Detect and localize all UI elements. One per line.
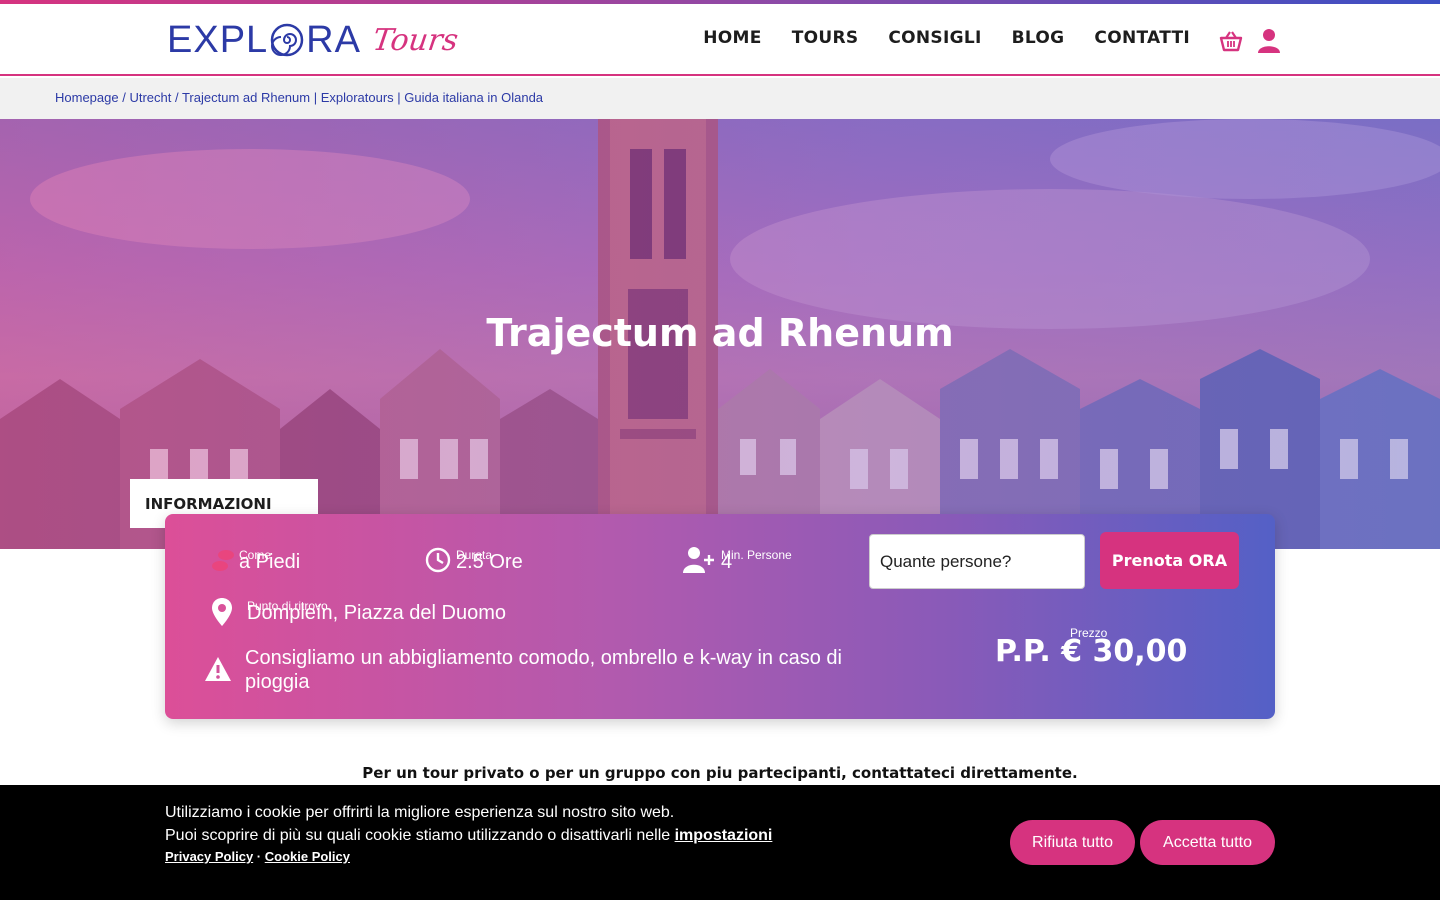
breadcrumb: Homepage / Utrecht / Trajectum ad Rhenum… (0, 78, 1440, 119)
nav-home[interactable]: HOME (703, 28, 761, 48)
cookie-line-2: Puoi scoprire di più su quali cookie sti… (165, 824, 772, 847)
page-title: Trajectum ad Rhenum (486, 311, 954, 355)
logo-spiral-icon (270, 23, 304, 57)
location-pin-icon (212, 598, 232, 626)
warning-text: Consigliamo un abbigliamento comodo, omb… (245, 646, 945, 694)
nav-contatti[interactable]: CONTATTI (1094, 28, 1190, 48)
add-user-icon (683, 546, 717, 574)
breadcrumb-homepage[interactable]: Homepage (55, 90, 119, 105)
privacy-policy-link[interactable]: Privacy Policy (165, 849, 253, 864)
logo-text-start: EXPL (167, 18, 269, 61)
book-now-button[interactable]: Prenota ORA (1100, 532, 1239, 589)
min-persone-value: 4 (721, 551, 733, 573)
nav-tours[interactable]: TOURS (792, 28, 859, 48)
reject-all-button[interactable]: Rifiuta tutto (1010, 820, 1135, 865)
feet-icon (210, 548, 238, 574)
warning-line-2: pioggia (245, 671, 310, 693)
main-nav: HOME TOURS CONSIGLI BLOG CONTATTI (703, 28, 1190, 48)
come-value: a Piedi (239, 551, 301, 573)
warning-line-1: Consigliamo un abbigliamento comodo, omb… (245, 647, 842, 669)
logo-script: Tours (370, 22, 461, 58)
header-icons (1218, 28, 1282, 54)
user-icon[interactable] (1256, 28, 1282, 54)
cookie-policy-links: Privacy Policy · Cookie Policy (165, 849, 350, 864)
breadcrumb-utrecht[interactable]: Utrecht (129, 90, 171, 105)
breadcrumb-separator: / (171, 90, 182, 105)
cookie-policy-link[interactable]: Cookie Policy (265, 849, 350, 864)
nav-blog[interactable]: BLOG (1012, 28, 1065, 48)
cookie-line-2-text: Puoi scoprire di più su quali cookie sti… (165, 827, 675, 844)
cookie-banner: Utilizziamo i cookie per offrirti la mig… (0, 785, 1440, 900)
tour-info-card: Come a Piedi Durata 2.5 Ore Min. Persone… (165, 514, 1275, 719)
breadcrumb-separator: / (118, 90, 130, 105)
quantity-input[interactable] (869, 534, 1085, 589)
accept-all-button[interactable]: Accetta tutto (1140, 820, 1275, 865)
site-header: EXPL RA Tours HOME TOURS CONSIGLI BLOG C… (0, 4, 1440, 76)
nav-consigli[interactable]: CONSIGLI (888, 28, 981, 48)
private-tour-note: Per un tour privato o per un gruppo con … (362, 764, 1078, 782)
cookie-line-1: Utilizziamo i cookie per offrirti la mig… (165, 804, 675, 821)
warning-icon (204, 656, 232, 682)
logo-wordmark: EXPL RA (167, 19, 361, 62)
ritrovo-value: Dompleín, Piazza del Duomo (247, 602, 507, 624)
cookie-settings-link[interactable]: impostazioni (675, 827, 773, 844)
logo-text-end: RA (306, 18, 361, 61)
price-value: P.P. € 30,00 (995, 634, 1188, 669)
clock-icon (425, 547, 451, 573)
link-separator: · (253, 849, 265, 864)
breadcrumb-current: Trajectum ad Rhenum | Exploratours | Gui… (181, 90, 544, 105)
durata-value: 2.5 Ore (456, 551, 523, 573)
site-logo[interactable]: EXPL RA Tours (167, 18, 461, 62)
cart-icon[interactable] (1218, 28, 1244, 54)
cookie-message: Utilizziamo i cookie per offrirti la mig… (165, 801, 772, 847)
